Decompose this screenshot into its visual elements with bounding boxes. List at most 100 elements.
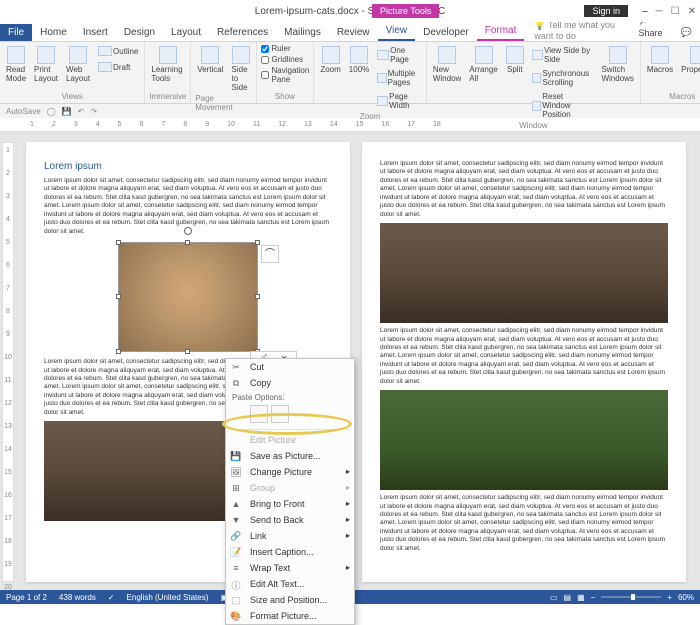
close-icon[interactable]: ✕: [688, 6, 696, 17]
spell-check-icon[interactable]: ✓: [108, 593, 115, 602]
rotate-handle[interactable]: [184, 227, 192, 235]
inline-image[interactable]: [380, 223, 668, 323]
ctx-wrap-text[interactable]: ≡Wrap Text: [226, 560, 354, 576]
gridlines-checkbox[interactable]: Gridlines: [261, 55, 310, 64]
tell-me-search[interactable]: 💡 Tell me what you want to do: [524, 20, 630, 41]
multi-pages-button[interactable]: Multiple Pages: [375, 67, 422, 89]
switch-windows-button[interactable]: Switch Windows: [599, 44, 635, 85]
ribbon-group-show: Ruler Gridlines Navigation Pane Show: [257, 42, 315, 103]
view-read-icon[interactable]: ▭: [550, 593, 558, 602]
tab-layout[interactable]: Layout: [163, 24, 209, 41]
ruler-checkbox[interactable]: Ruler: [261, 44, 310, 53]
view-web-icon[interactable]: ▦: [577, 593, 585, 602]
wrap-icon: ≡: [230, 563, 242, 575]
tab-format[interactable]: Format: [477, 22, 525, 41]
page-2[interactable]: Lorem ipsum dolor sit amet, consectetur …: [362, 142, 686, 582]
ribbon-group-page-movement: Vertical Side to Side Page Movement: [191, 42, 256, 103]
ctx-insert-caption[interactable]: 📝Insert Caption...: [226, 544, 354, 560]
ribbon-group-views: Read Mode Print Layout Web Layout Outlin…: [0, 42, 145, 103]
autosave-switch[interactable]: ◯: [47, 107, 56, 116]
page-width-button[interactable]: Page Width: [375, 90, 422, 112]
resize-handle[interactable]: [185, 349, 190, 354]
bring-front-icon: ▲: [230, 499, 242, 511]
save-icon[interactable]: 💾: [62, 107, 72, 116]
vertical-ruler[interactable]: 1234567891011121314151617181920212223242…: [2, 142, 14, 582]
zoom-button[interactable]: Zoom: [318, 44, 342, 76]
maximize-icon[interactable]: ☐: [671, 6, 680, 17]
ctx-send-back[interactable]: ▼Send to Back: [226, 512, 354, 528]
tab-developer[interactable]: Developer: [415, 24, 477, 41]
ctx-save-as-picture[interactable]: 💾Save as Picture...: [226, 448, 354, 464]
minimize-icon[interactable]: ─: [656, 6, 663, 17]
redo-icon[interactable]: ↷: [90, 107, 97, 116]
draft-button[interactable]: Draft: [96, 60, 140, 74]
read-mode-button[interactable]: Read Mode: [4, 44, 28, 85]
layout-options-button[interactable]: ⌒: [261, 245, 279, 263]
resize-handle[interactable]: [255, 240, 260, 245]
learning-tools-button[interactable]: Learning Tools: [149, 44, 186, 85]
resize-handle[interactable]: [185, 240, 190, 245]
language-indicator[interactable]: English (United States): [127, 593, 209, 602]
navpane-checkbox[interactable]: Navigation Pane: [261, 66, 310, 84]
change-picture-icon: 🖼: [230, 467, 242, 479]
tab-mailings[interactable]: Mailings: [276, 24, 329, 41]
ctx-copy[interactable]: ⧉Copy: [226, 375, 354, 391]
ctx-link[interactable]: 🔗Link: [226, 528, 354, 544]
zoom-slider[interactable]: [601, 596, 661, 598]
resize-handle[interactable]: [116, 349, 121, 354]
web-layout-button[interactable]: Web Layout: [64, 44, 92, 85]
picture-tools-tab[interactable]: Picture Tools: [372, 4, 439, 18]
body-text: Lorem ipsum dolor sit amet, consectetur …: [380, 494, 668, 553]
ctx-cut[interactable]: ✂Cut: [226, 359, 354, 375]
send-back-icon: ▼: [230, 515, 242, 527]
signin-button[interactable]: Sign in: [584, 5, 628, 17]
zoom-level[interactable]: 60%: [678, 593, 694, 602]
view-print-icon[interactable]: ▤: [564, 593, 572, 602]
one-page-button[interactable]: One Page: [375, 44, 422, 66]
ctx-format-picture[interactable]: 🎨Format Picture...: [226, 608, 354, 624]
split-button[interactable]: Split: [504, 44, 526, 76]
vertical-button[interactable]: Vertical: [195, 44, 225, 76]
ctx-edit-alt-text[interactable]: ⓘEdit Alt Text...: [226, 576, 354, 592]
new-window-button[interactable]: New Window: [431, 44, 463, 85]
ctx-size-position[interactable]: ⬚Size and Position...: [226, 592, 354, 608]
sync-scroll-button[interactable]: Synchronous Scrolling: [530, 67, 596, 89]
inline-image[interactable]: [380, 390, 668, 490]
paste-option-1[interactable]: [250, 405, 268, 423]
tab-design[interactable]: Design: [116, 24, 163, 41]
tab-insert[interactable]: Insert: [75, 24, 116, 41]
zoom-in-button[interactable]: +: [667, 593, 672, 602]
reset-window-button[interactable]: Reset Window Position: [530, 90, 596, 121]
tab-view[interactable]: View: [378, 22, 416, 41]
zoom-out-button[interactable]: −: [591, 593, 596, 602]
resize-handle[interactable]: [116, 294, 121, 299]
view-side-by-side-button[interactable]: View Side by Side: [530, 44, 596, 66]
zoom-100-button[interactable]: 100%: [347, 44, 371, 76]
body-text: Lorem ipsum dolor sit amet, consectetur …: [380, 160, 668, 219]
print-layout-button[interactable]: Print Layout: [32, 44, 60, 85]
macros-button[interactable]: Macros: [645, 44, 675, 76]
outline-button[interactable]: Outline: [96, 44, 140, 58]
word-count[interactable]: 438 words: [59, 593, 96, 602]
tab-review[interactable]: Review: [329, 24, 378, 41]
tab-home[interactable]: Home: [32, 24, 75, 41]
ctx-bring-front[interactable]: ▲Bring to Front: [226, 496, 354, 512]
comments-button[interactable]: 💬: [673, 24, 700, 41]
undo-icon[interactable]: ↶: [78, 107, 85, 116]
resize-handle[interactable]: [255, 294, 260, 299]
tab-file[interactable]: File: [0, 24, 32, 41]
tab-references[interactable]: References: [209, 24, 276, 41]
autosave-toggle[interactable]: AutoSave: [6, 107, 41, 116]
group-icon: ⊞: [230, 483, 242, 495]
properties-button[interactable]: Properties: [679, 44, 700, 76]
side-to-side-button[interactable]: Side to Side: [230, 44, 252, 94]
heading: Lorem ipsum: [44, 160, 332, 173]
resize-handle[interactable]: [116, 240, 121, 245]
ribbon-options-icon[interactable]: ⎯: [643, 6, 648, 17]
arrange-all-button[interactable]: Arrange All: [467, 44, 499, 85]
selected-image[interactable]: ⌒ 🖌Style ✂Crop: [118, 242, 258, 352]
page-indicator[interactable]: Page 1 of 2: [6, 593, 47, 602]
paste-option-2[interactable]: [271, 405, 289, 423]
ctx-paste-options: [226, 403, 354, 427]
ctx-change-picture[interactable]: 🖼Change Picture: [226, 464, 354, 480]
